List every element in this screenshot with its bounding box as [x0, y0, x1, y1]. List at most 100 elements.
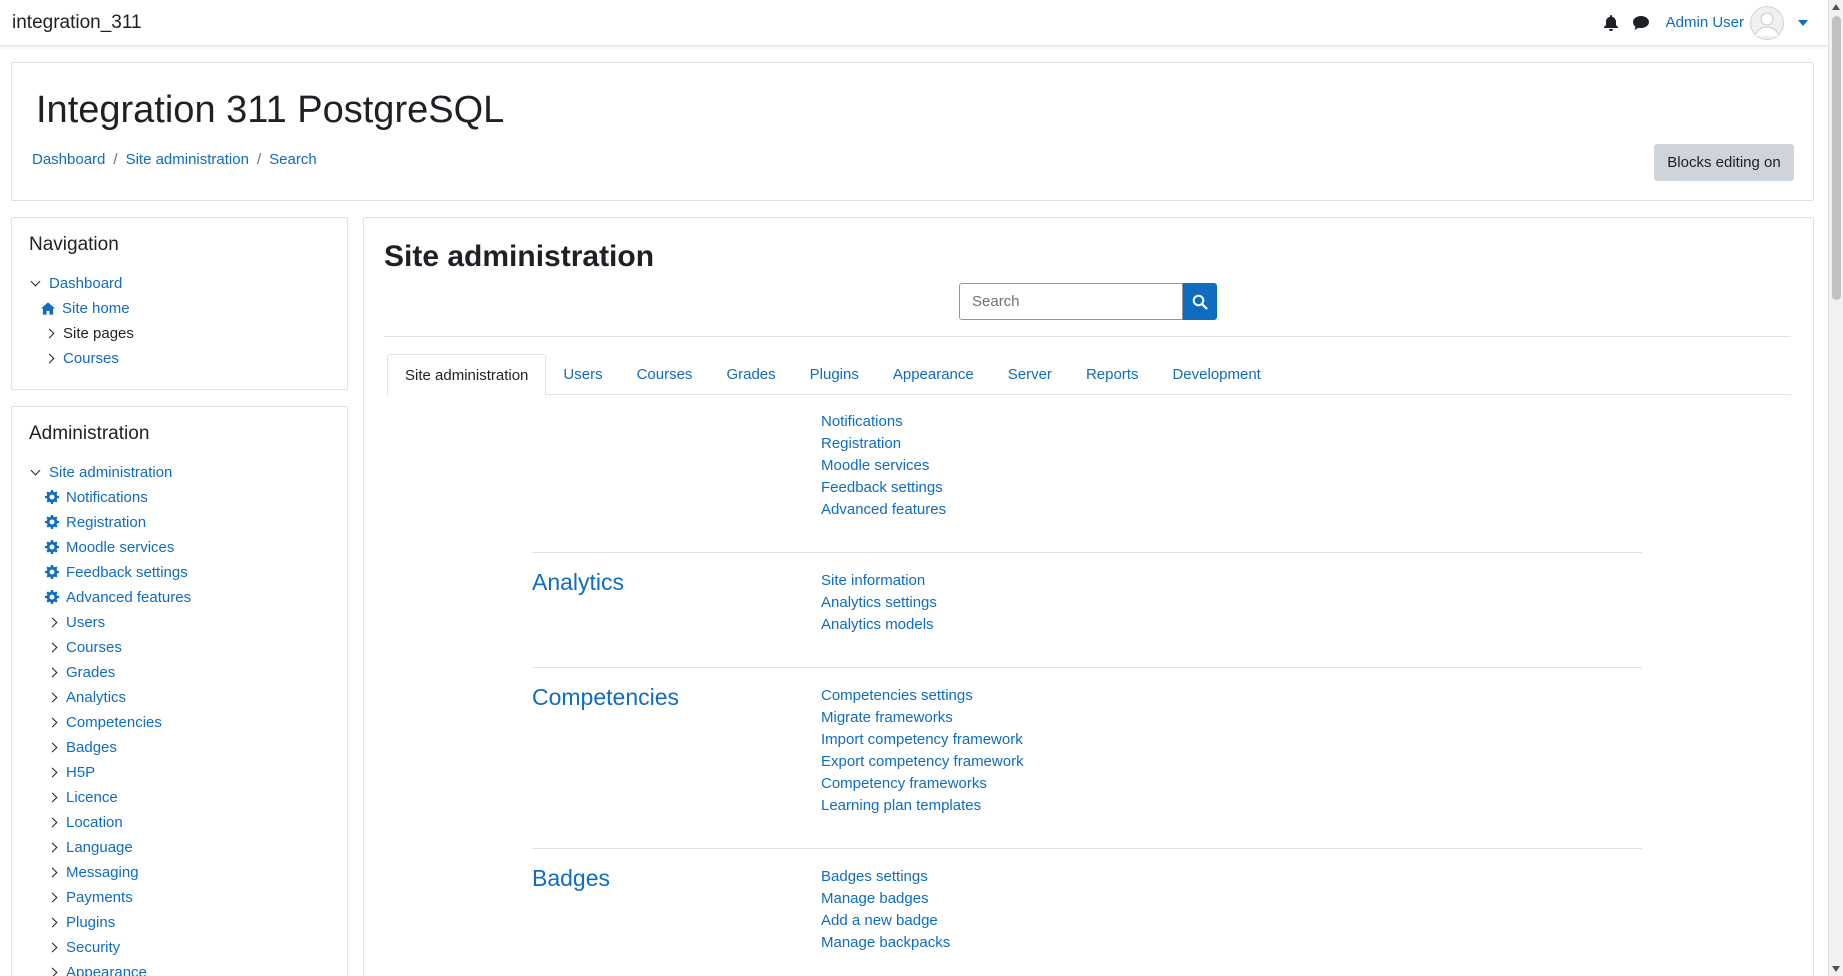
search-button[interactable] — [1183, 283, 1217, 320]
home-icon — [41, 301, 55, 315]
scroll-up-arrow-icon[interactable] — [1832, 4, 1840, 10]
chevron-right-icon — [45, 815, 59, 829]
tab-server[interactable]: Server — [991, 354, 1069, 395]
admin-item-competencies[interactable]: Competencies — [45, 711, 162, 733]
link-manage-backpacks[interactable]: Manage backpacks — [821, 932, 950, 954]
admin-item-appearance[interactable]: Appearance — [45, 961, 147, 976]
link-export-competency-framework[interactable]: Export competency framework — [821, 751, 1024, 773]
link-migrate-frameworks[interactable]: Migrate frameworks — [821, 707, 1024, 729]
admin-item-notifications[interactable]: Notifications — [45, 486, 148, 508]
admin-item-courses[interactable]: Courses — [45, 636, 122, 658]
tab-grades[interactable]: Grades — [709, 354, 792, 395]
navigation-block: Navigation Dashboard Site home Site page… — [11, 217, 348, 390]
user-menu-caret-icon[interactable] — [1798, 19, 1808, 26]
admin-item-registration[interactable]: Registration — [45, 511, 146, 533]
link-registration[interactable]: Registration — [821, 433, 946, 455]
page-scrollbar[interactable] — [1828, 0, 1843, 976]
link-competency-frameworks[interactable]: Competency frameworks — [821, 773, 1024, 795]
section-links: Site information Analytics settings Anal… — [821, 570, 937, 636]
page-header: Integration 311 PostgreSQL Dashboard / S… — [11, 62, 1814, 201]
chevron-right-icon — [45, 640, 59, 654]
administration-block: Administration Site administration Notif… — [11, 406, 348, 976]
admin-item-badges[interactable]: Badges — [45, 736, 117, 758]
section-heading[interactable]: Badges — [532, 865, 610, 892]
blocks-editing-button[interactable]: Blocks editing on — [1654, 144, 1794, 181]
admin-item-licence[interactable]: Licence — [45, 786, 118, 808]
section-links: Badges settings Manage badges Add a new … — [821, 866, 950, 954]
admin-item-users[interactable]: Users — [45, 611, 105, 633]
admin-item-language[interactable]: Language — [45, 836, 133, 858]
admin-item-messaging[interactable]: Messaging — [45, 861, 139, 883]
admin-item-payments[interactable]: Payments — [45, 886, 133, 908]
scroll-down-arrow-icon[interactable] — [1832, 966, 1840, 972]
gear-icon — [45, 490, 59, 504]
admin-item-grades[interactable]: Grades — [45, 661, 115, 683]
main-title: Site administration — [384, 240, 655, 273]
gear-icon — [45, 590, 59, 604]
tab-plugins[interactable]: Plugins — [793, 354, 876, 395]
nav-item-site-pages[interactable]: Site pages — [42, 322, 134, 344]
chevron-right-icon — [45, 615, 59, 629]
link-badges-settings[interactable]: Badges settings — [821, 866, 950, 888]
nav-item-dashboard[interactable]: Dashboard — [28, 272, 122, 294]
link-moodle-services[interactable]: Moodle services — [821, 455, 946, 477]
link-analytics-models[interactable]: Analytics models — [821, 614, 937, 636]
admin-item-location[interactable]: Location — [45, 811, 123, 833]
link-feedback-settings[interactable]: Feedback settings — [821, 477, 946, 499]
gear-icon — [45, 540, 59, 554]
tab-courses[interactable]: Courses — [620, 354, 710, 395]
admin-item-h5p[interactable]: H5P — [45, 761, 95, 783]
chevron-right-icon — [42, 351, 56, 365]
tab-development[interactable]: Development — [1155, 354, 1277, 395]
link-site-information[interactable]: Site information — [821, 570, 937, 592]
admin-search-form — [959, 283, 1217, 320]
user-menu-name[interactable]: Admin User — [1666, 14, 1744, 31]
link-competencies-settings[interactable]: Competencies settings — [821, 685, 1024, 707]
chevron-right-icon — [45, 690, 59, 704]
link-manage-badges[interactable]: Manage badges — [821, 888, 950, 910]
link-analytics-settings[interactable]: Analytics settings — [821, 592, 937, 614]
admin-item-security[interactable]: Security — [45, 936, 120, 958]
chat-icon[interactable] — [1626, 8, 1656, 38]
admin-item-plugins[interactable]: Plugins — [45, 911, 115, 933]
admin-item-advanced-features[interactable]: Advanced features — [45, 586, 191, 608]
administration-block-title: Administration — [29, 423, 150, 444]
tab-reports[interactable]: Reports — [1069, 354, 1156, 395]
admin-search-input[interactable] — [959, 283, 1183, 320]
nav-item-site-home[interactable]: Site home — [41, 297, 130, 319]
section-links: Notifications Registration Moodle servic… — [821, 411, 946, 521]
chevron-right-icon — [45, 715, 59, 729]
breadcrumb-site-administration[interactable]: Site administration — [126, 151, 249, 168]
link-learning-plan-templates[interactable]: Learning plan templates — [821, 795, 1024, 817]
top-navbar: integration_311 Admin User — [0, 0, 1828, 46]
bell-icon[interactable] — [1596, 8, 1626, 38]
tab-users[interactable]: Users — [546, 354, 619, 395]
chevron-right-icon — [45, 790, 59, 804]
link-notifications[interactable]: Notifications — [821, 411, 946, 433]
link-add-a-new-badge[interactable]: Add a new badge — [821, 910, 950, 932]
gear-icon — [45, 565, 59, 579]
breadcrumb-search[interactable]: Search — [269, 151, 317, 168]
admin-item-site-administration[interactable]: Site administration — [28, 461, 172, 483]
divider — [532, 667, 1642, 668]
link-import-competency-framework[interactable]: Import competency framework — [821, 729, 1024, 751]
section-heading[interactable]: Analytics — [532, 569, 624, 596]
tab-appearance[interactable]: Appearance — [876, 354, 991, 395]
avatar-icon[interactable] — [1750, 5, 1784, 40]
admin-item-moodle-services[interactable]: Moodle services — [45, 536, 174, 558]
scroll-thumb[interactable] — [1832, 16, 1841, 300]
admin-item-feedback-settings[interactable]: Feedback settings — [45, 561, 188, 583]
chevron-right-icon — [45, 890, 59, 904]
link-advanced-features[interactable]: Advanced features — [821, 499, 946, 521]
chevron-down-icon — [28, 276, 42, 290]
main-region: Site administration Site administration … — [363, 217, 1814, 976]
admin-item-analytics[interactable]: Analytics — [45, 686, 126, 708]
admin-tabs: Site administration Users Courses Grades… — [387, 354, 1791, 396]
section-heading[interactable]: Competencies — [532, 684, 679, 711]
search-icon — [1192, 294, 1208, 310]
breadcrumb-dashboard[interactable]: Dashboard — [32, 151, 105, 168]
divider — [384, 336, 1791, 337]
tab-site-administration[interactable]: Site administration — [387, 354, 547, 396]
nav-item-courses[interactable]: Courses — [42, 347, 119, 369]
site-name[interactable]: integration_311 — [12, 12, 142, 34]
